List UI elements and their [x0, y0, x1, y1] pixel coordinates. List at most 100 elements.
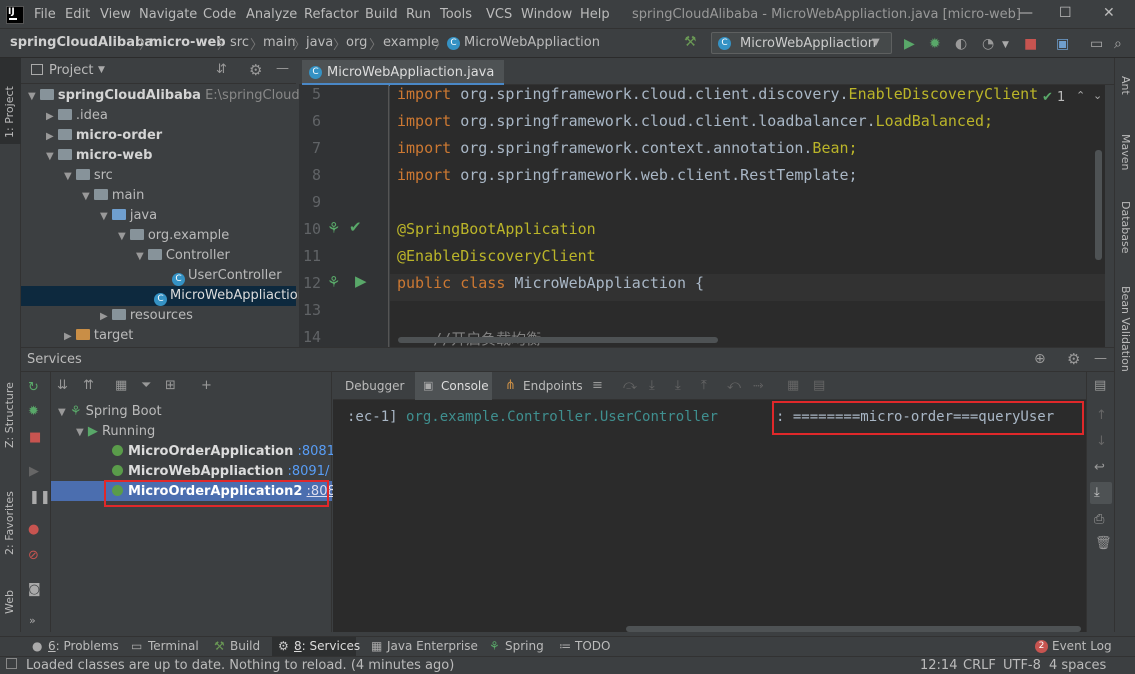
menu-code[interactable]: Code	[203, 7, 236, 22]
hide-icon[interactable]: —	[1094, 351, 1107, 366]
menu-analyze[interactable]: Analyze	[246, 7, 297, 22]
breakpoints-icon[interactable]: ●	[28, 522, 39, 537]
stop-icon[interactable]: ■	[1024, 36, 1037, 52]
stripe-database-tab[interactable]: Database	[1119, 201, 1132, 254]
project-structure-icon[interactable]: ▣	[1056, 36, 1069, 52]
stripe-ant-tab[interactable]: Ant	[1119, 76, 1132, 95]
resume-icon[interactable]: ▶	[29, 464, 39, 479]
settings-icon[interactable]: ⚙	[1067, 350, 1080, 368]
run-configuration-select[interactable]: C MicroWebAppliaction ▼	[711, 32, 892, 54]
tool-windows-toggle-icon[interactable]	[6, 658, 17, 669]
menu-lines-icon[interactable]: ≡	[592, 378, 603, 393]
tree-item-microwebappliaction[interactable]: C MicroWebAppliaction	[154, 288, 306, 306]
indent-setting[interactable]: 4 spaces	[1049, 658, 1106, 673]
camera-icon[interactable]: ◙	[28, 582, 41, 597]
tab-services[interactable]: 8: Services	[294, 639, 360, 653]
menu-edit[interactable]: Edit	[65, 7, 90, 22]
rerun-icon[interactable]: ↻	[28, 380, 39, 395]
tree-item-micro-web[interactable]: ▼ micro-web	[46, 148, 152, 163]
caret-position[interactable]: 12:14	[920, 658, 957, 673]
tab-console[interactable]: Console	[441, 379, 489, 393]
tree-item-java[interactable]: ▼ java	[100, 208, 157, 223]
tree-item-resources[interactable]: ▶ resources	[100, 308, 193, 323]
breadcrumb-module[interactable]: micro-web	[149, 35, 226, 50]
trace-icon[interactable]: ▤	[813, 378, 825, 393]
down-trace-icon[interactable]: ↓	[1096, 434, 1107, 449]
menu-file[interactable]: File	[34, 7, 56, 22]
pause-icon[interactable]: ❚❚	[29, 490, 51, 505]
soft-wrap-icon[interactable]: ↩	[1094, 460, 1105, 475]
more-icon[interactable]: »	[29, 614, 36, 627]
menu-run[interactable]: Run	[406, 7, 431, 22]
evaluate-icon[interactable]: ▦	[787, 378, 799, 393]
clear-all-icon[interactable]: 🗑	[1095, 536, 1112, 551]
menu-tools[interactable]: Tools	[440, 7, 472, 22]
coverage-icon[interactable]: ◐	[955, 36, 967, 52]
tab-build[interactable]: Build	[230, 639, 260, 653]
breadcrumb-example[interactable]: example	[383, 35, 439, 50]
tab-problems[interactable]: 6: Problems	[48, 639, 119, 653]
stripe-project-tab[interactable]: 1: Project	[3, 86, 16, 138]
globe-icon[interactable]: ⊕	[1034, 351, 1046, 367]
vertical-scrollbar[interactable]	[1095, 150, 1102, 260]
navigation-toggle-icon[interactable]: ▭	[1090, 36, 1103, 52]
inspection-ok-icon[interactable]: ✔	[1042, 90, 1053, 105]
stripe-bean-validation-tab[interactable]: Bean Validation	[1119, 286, 1132, 372]
settings-icon[interactable]: ⚙	[249, 61, 262, 79]
console-scrollbar[interactable]	[626, 626, 1081, 632]
step-into-icon[interactable]: ⤓	[649, 378, 655, 393]
stripe-maven-tab[interactable]: Maven	[1119, 134, 1132, 170]
editor-tab-active[interactable]: C MicroWebAppliaction.java	[302, 60, 504, 86]
debug-icon[interactable]: ✹	[929, 36, 941, 52]
service-group-running[interactable]: ▼ ▶ Running	[76, 424, 155, 439]
drop-frame-icon[interactable]: ⤺	[727, 378, 741, 393]
print-icon[interactable]: ⎙	[1094, 512, 1104, 527]
tree-item-idea[interactable]: ▶ .idea	[46, 108, 108, 123]
tree-item-main[interactable]: ▼ main	[82, 188, 144, 203]
menu-build[interactable]: Build	[365, 7, 398, 22]
tab-todo[interactable]: TODO	[575, 639, 610, 653]
horizontal-scrollbar[interactable]	[398, 337, 718, 343]
breadcrumb-org[interactable]: org	[346, 35, 367, 50]
filter-icon[interactable]: ⏷	[141, 378, 151, 393]
tab-event-log[interactable]: Event Log	[1052, 639, 1112, 653]
service-group-spring-boot[interactable]: ▼ ⚘ Spring Boot	[58, 404, 162, 419]
view-dropdown-icon[interactable]: ▼	[98, 65, 105, 75]
new-tab-icon[interactable]: ⊞	[165, 378, 176, 393]
debug-icon[interactable]: ✹	[28, 404, 39, 419]
maximize-icon[interactable]: ☐	[1059, 5, 1072, 21]
menu-window[interactable]: Window	[521, 7, 572, 22]
minimize-icon[interactable]: —	[1019, 5, 1033, 21]
profile-icon[interactable]: ◔	[982, 36, 994, 52]
previous-highlight-icon[interactable]: ⌃	[1076, 89, 1085, 102]
console-output[interactable]: :ec-1] org.example.Controller.UserContro…	[333, 400, 1086, 632]
line-separator[interactable]: CRLF	[963, 658, 996, 673]
close-icon[interactable]: ✕	[1103, 5, 1115, 21]
stripe-web-tab[interactable]: Web	[3, 590, 16, 614]
menu-view[interactable]: View	[100, 7, 131, 22]
spring-bean-gutter-icon[interactable]: ⚘	[327, 273, 340, 291]
menu-navigate[interactable]: Navigate	[139, 7, 197, 22]
more-run-dropdown-icon[interactable]: ▼	[1002, 40, 1009, 50]
add-service-icon[interactable]: +	[201, 378, 212, 393]
scroll-to-end-icon[interactable]: ⤓	[1094, 485, 1100, 500]
menu-refactor[interactable]: Refactor	[304, 7, 359, 22]
code-editor[interactable]: import org.springframework.cloud.client.…	[390, 85, 1105, 348]
hide-icon[interactable]: —	[276, 61, 289, 76]
breadcrumb-class[interactable]: MicroWebAppliaction	[464, 35, 600, 50]
run-icon[interactable]: ▶	[904, 36, 915, 52]
breadcrumb-src[interactable]: src	[230, 35, 249, 50]
tree-item-src[interactable]: ▼ src	[64, 168, 113, 183]
group-by-icon[interactable]: ▦	[115, 378, 127, 393]
build-hammer-icon[interactable]: ⚒	[684, 34, 697, 50]
menu-help[interactable]: Help	[580, 7, 610, 22]
tree-item-micro-order[interactable]: ▶ micro-order	[46, 128, 162, 143]
mute-breakpoints-icon[interactable]: ⊘	[28, 548, 39, 563]
force-step-into-icon[interactable]: ⤓	[675, 378, 681, 393]
tree-item-org-example[interactable]: ▼ org.example	[118, 228, 229, 243]
check-gutter-icon[interactable]: ✔	[349, 218, 362, 236]
step-out-icon[interactable]: ⤒	[701, 378, 707, 393]
tab-java-enterprise[interactable]: Java Enterprise	[387, 639, 478, 653]
tab-endpoints[interactable]: Endpoints	[523, 379, 583, 393]
stop-icon[interactable]: ■	[29, 430, 41, 445]
